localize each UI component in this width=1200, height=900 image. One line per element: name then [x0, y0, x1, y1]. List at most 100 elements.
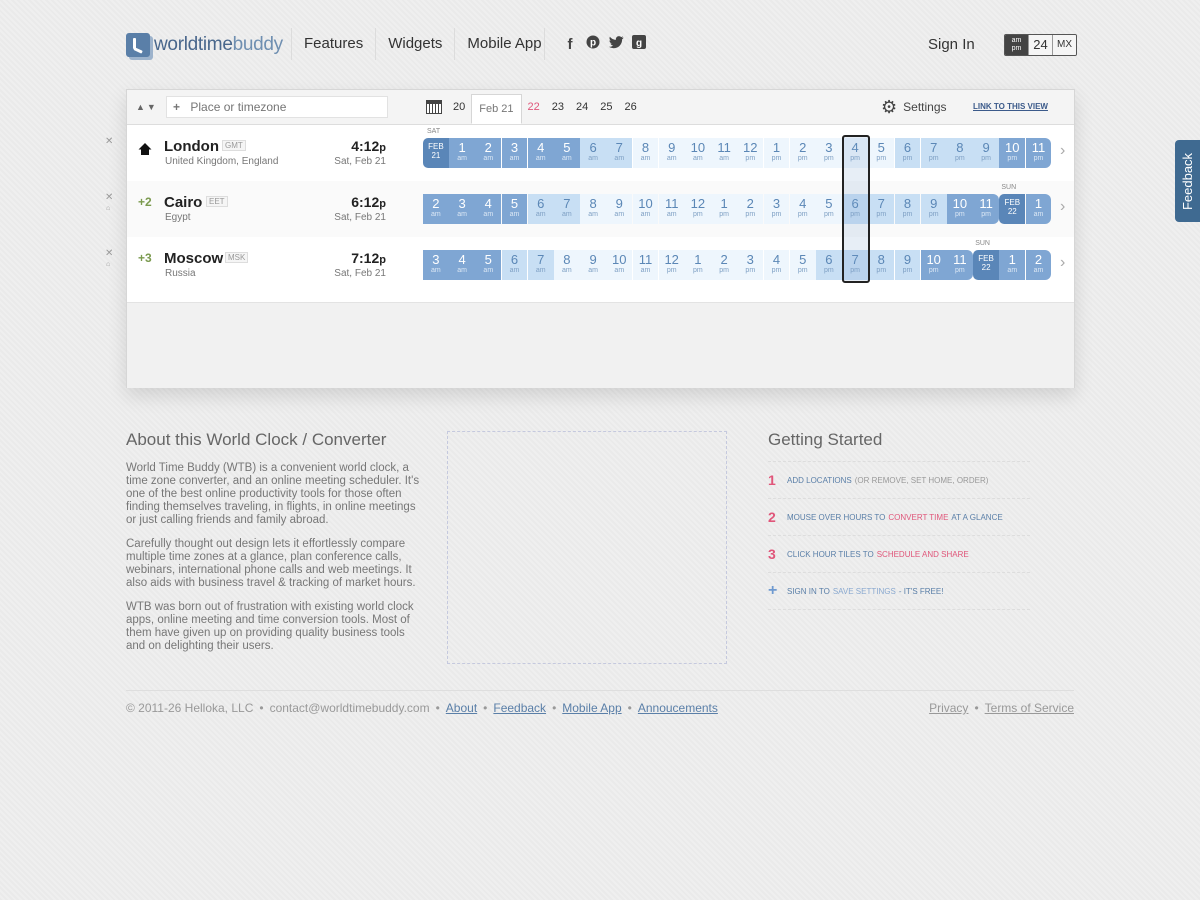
getting-started-item[interactable]: 1 ADD LOCATIONS (OR REMOVE, SET HOME, OR…: [768, 461, 1030, 498]
hour-tile[interactable]: 3 am: [423, 250, 449, 280]
nav-mobile-app[interactable]: Mobile App: [454, 28, 553, 60]
hour-tile[interactable]: 6 am: [501, 250, 528, 280]
footer-link-announcements[interactable]: Annoucements: [638, 701, 718, 715]
footer-link-terms[interactable]: Terms of Service: [985, 701, 1074, 715]
hour-tile[interactable]: 12 pm: [658, 250, 685, 280]
hour-tile[interactable]: 1 pm: [763, 138, 790, 168]
hour-tile[interactable]: 2 am: [475, 138, 502, 168]
city-name[interactable]: Moscow: [164, 250, 223, 267]
hour-tile[interactable]: 11 pm: [1025, 138, 1052, 168]
feedback-tab[interactable]: Feedback: [1175, 140, 1200, 222]
hour-tile[interactable]: 3 am: [449, 194, 475, 224]
hour-tile[interactable]: 8 am: [554, 250, 580, 280]
hour-tile[interactable]: 7 pm: [868, 194, 895, 224]
format-24h-button[interactable]: 24: [1028, 35, 1052, 55]
hour-tile[interactable]: 6 pm: [816, 250, 842, 280]
date-tab[interactable]: 25: [594, 92, 618, 122]
hour-tile[interactable]: 3 pm: [763, 194, 790, 224]
hour-tile[interactable]: 2 am: [1025, 250, 1052, 280]
hour-tile[interactable]: 7 pm: [920, 138, 947, 168]
hour-tile[interactable]: 9 am: [606, 194, 633, 224]
hour-tile[interactable]: 2 pm: [789, 138, 816, 168]
hour-tile[interactable]: 12 pm: [737, 138, 764, 168]
hour-tile[interactable]: 2 pm: [711, 250, 737, 280]
hour-tile[interactable]: 9 pm: [973, 138, 999, 168]
format-mx-button[interactable]: MX: [1052, 35, 1076, 55]
getting-started-item[interactable]: 2 MOUSE OVER HOURS TO CONVERT TIME AT A …: [768, 498, 1030, 535]
hour-tile[interactable]: 3 pm: [737, 250, 764, 280]
getting-started-item[interactable]: 3 CLICK HOUR TILES TO SCHEDULE AND SHARE: [768, 535, 1030, 572]
hour-tile[interactable]: 4 am: [449, 250, 475, 280]
footer-link-about[interactable]: About: [446, 701, 477, 715]
hour-tile[interactable]: 4 pm: [789, 194, 816, 224]
hour-tile[interactable]: 2 pm: [737, 194, 764, 224]
hour-tile[interactable]: 5 am: [501, 194, 528, 224]
hour-tile[interactable]: 5 am: [475, 250, 502, 280]
date-tab[interactable]: 26: [619, 92, 643, 122]
date-tab[interactable]: 23: [546, 92, 570, 122]
date-tab[interactable]: Feb 21: [471, 94, 522, 124]
hour-tile[interactable]: 3 pm: [816, 138, 842, 168]
hour-tile[interactable]: 3 am: [501, 138, 528, 168]
chevron-right-icon[interactable]: ›: [1060, 254, 1065, 272]
hour-tile[interactable]: 5 pm: [816, 194, 842, 224]
search-box[interactable]: +: [166, 96, 388, 118]
hour-tile[interactable]: 11 pm: [973, 194, 999, 224]
hour-tile[interactable]: 6 pm: [894, 138, 921, 168]
hour-tile[interactable]: 9 pm: [894, 250, 921, 280]
hour-tile[interactable]: 8 pm: [947, 138, 973, 168]
contact-email[interactable]: contact@worldtimebuddy.com: [270, 701, 430, 715]
hour-tile[interactable]: 10 pm: [920, 250, 947, 280]
footer-link-mobile-app[interactable]: Mobile App: [562, 701, 621, 715]
hour-tile[interactable]: 8 am: [632, 138, 659, 168]
remove-location-icon[interactable]: ✕: [105, 249, 113, 259]
hour-tile[interactable]: 11 pm: [947, 250, 973, 280]
city-name[interactable]: London: [164, 138, 219, 155]
link-to-view-link[interactable]: LINK TO THIS VIEW: [973, 102, 1048, 111]
hour-tile[interactable]: 9 am: [580, 250, 606, 280]
nav-features[interactable]: Features: [291, 28, 375, 60]
sign-in-link[interactable]: Sign In: [928, 36, 975, 53]
hour-tile[interactable]: 5 am: [554, 138, 580, 168]
date-tab[interactable]: 20: [447, 92, 471, 122]
hour-tile[interactable]: 11 am: [632, 250, 659, 280]
set-home-icon[interactable]: ⌂: [106, 261, 110, 268]
hour-tile[interactable]: 1 am: [449, 138, 475, 168]
hour-tile[interactable]: 1 pm: [711, 194, 737, 224]
google-plus-icon[interactable]: g: [632, 35, 646, 53]
twitter-icon[interactable]: [609, 35, 624, 53]
footer-link-privacy[interactable]: Privacy: [929, 701, 968, 715]
hour-tile[interactable]: FEB 21: [423, 138, 449, 168]
nav-widgets[interactable]: Widgets: [375, 28, 454, 60]
hour-tile[interactable]: 4 pm: [763, 250, 790, 280]
place-search-input[interactable]: [188, 99, 378, 115]
date-tab[interactable]: 24: [570, 92, 594, 122]
hour-tile[interactable]: 1 pm: [685, 250, 711, 280]
hour-tile[interactable]: 9 am: [658, 138, 685, 168]
sort-arrows-icon[interactable]: ▲▼: [136, 102, 158, 112]
hour-tile[interactable]: 12 pm: [685, 194, 711, 224]
hour-tile[interactable]: 5 pm: [789, 250, 816, 280]
pinterest-icon[interactable]: p: [586, 35, 600, 53]
calendar-icon[interactable]: [426, 100, 442, 114]
hour-tile[interactable]: 8 pm: [894, 194, 921, 224]
getting-started-item[interactable]: + SIGN IN TO SAVE SETTINGS - IT'S FREE!: [768, 572, 1030, 610]
hour-tile[interactable]: 4 am: [475, 194, 502, 224]
hour-tile[interactable]: 9 pm: [920, 194, 947, 224]
facebook-icon[interactable]: f: [563, 36, 577, 53]
hour-tile[interactable]: 11 am: [658, 194, 685, 224]
hour-tile[interactable]: 8 am: [580, 194, 606, 224]
hour-tile[interactable]: 5 pm: [868, 138, 895, 168]
hour-tile[interactable]: 6 am: [527, 194, 554, 224]
hour-tile[interactable]: 6 am: [580, 138, 606, 168]
settings-button[interactable]: ⚙ Settings: [881, 98, 947, 116]
hour-tile[interactable]: 11 am: [711, 138, 737, 168]
set-home-icon[interactable]: ⌂: [106, 205, 110, 212]
city-name[interactable]: Cairo: [164, 194, 202, 211]
chevron-right-icon[interactable]: ›: [1060, 142, 1065, 160]
hour-tile[interactable]: 10 pm: [999, 138, 1026, 168]
hour-tile[interactable]: 2 am: [423, 194, 449, 224]
remove-location-icon[interactable]: ✕: [105, 137, 113, 147]
hour-tile[interactable]: 10 pm: [947, 194, 973, 224]
hour-tile[interactable]: 10 am: [685, 138, 711, 168]
